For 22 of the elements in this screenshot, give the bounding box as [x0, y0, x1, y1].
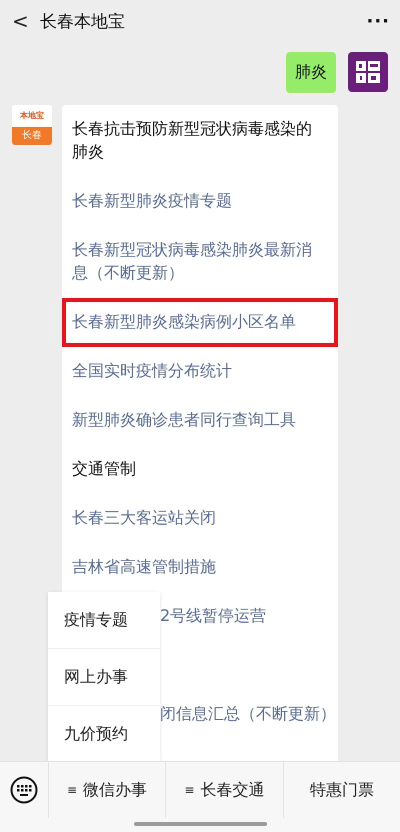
keyboard-icon[interactable]	[10, 776, 38, 804]
menu-item[interactable]: 九价预约	[48, 706, 160, 762]
article-link[interactable]: 吉林省高速管制措施	[62, 543, 338, 592]
chat-title: 长春本地宝	[40, 10, 126, 32]
article-link[interactable]: 长春三大客运站关闭	[62, 494, 338, 543]
account-avatar: 本地宝 长春	[12, 105, 52, 145]
article-link[interactable]: 新型肺炎确诊患者同行查询工具	[62, 396, 338, 445]
article-link[interactable]: 长春新型冠状病毒感染肺炎最新消息（不断更新）	[62, 226, 338, 298]
article-link[interactable]: 长春新型肺炎疫情专题	[62, 177, 338, 226]
article-link[interactable]: 全国实时疫情分布统计	[62, 347, 338, 396]
menu-button[interactable]: ≡ 长春交通	[165, 762, 283, 818]
menu-button[interactable]: ≡ 微信办事	[48, 762, 166, 818]
menu-item[interactable]: 疫情专题	[48, 592, 160, 649]
user-avatar	[348, 52, 388, 92]
menu-item[interactable]: 网上办事	[48, 649, 160, 706]
heading-text: 长春抗击预防新型冠状病毒感染的肺炎	[71, 118, 313, 163]
more-button[interactable]: ···	[366, 10, 390, 32]
back-button[interactable]: <	[12, 9, 26, 33]
menu-button[interactable]: 特惠门票	[282, 762, 400, 818]
sent-message: 肺炎	[286, 52, 336, 93]
heading-text: 交通管制	[71, 458, 137, 480]
highlighted-link[interactable]: 长春新型肺炎感染病例小区名单	[62, 298, 338, 347]
